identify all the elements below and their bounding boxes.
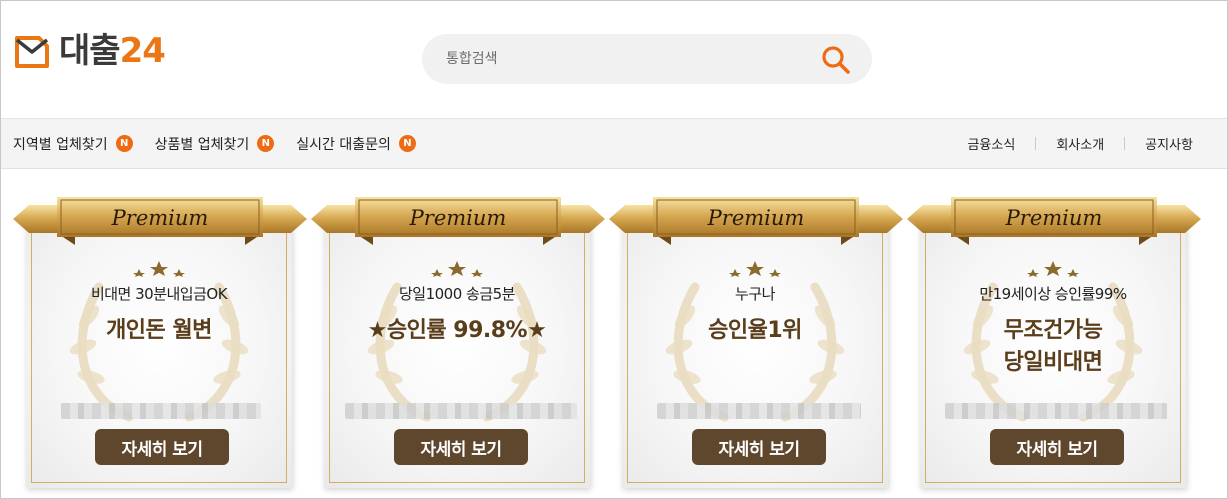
blurred-contact bbox=[945, 403, 1167, 419]
card-title: 무조건가능 당일비대면 bbox=[907, 315, 1199, 379]
search-icon[interactable] bbox=[820, 44, 852, 76]
detail-button[interactable]: 자세히 보기 bbox=[394, 429, 528, 465]
detail-button[interactable]: 자세히 보기 bbox=[990, 429, 1124, 465]
premium-card[interactable]: Premium 비대면 30분내입금OK 개인돈 월변 자세히 보기 bbox=[13, 197, 313, 492]
premium-card[interactable]: Premium 만19세이상 승인률99% 무조건가능 당일비대면 자세히 보기 bbox=[907, 197, 1207, 492]
ribbon-label: Premium bbox=[1005, 206, 1103, 230]
nav-item-region[interactable]: 지역별 업체찾기 N bbox=[13, 134, 133, 154]
card-title: 개인돈 월변 bbox=[13, 315, 305, 347]
stars-icon bbox=[133, 261, 185, 277]
card-title-line: 무조건가능 bbox=[1003, 318, 1103, 343]
card-title-line: 당일비대면 bbox=[1003, 350, 1103, 375]
logo-text-num: 24 bbox=[119, 31, 166, 71]
new-badge: N bbox=[115, 135, 133, 152]
ribbon-label: Premium bbox=[409, 206, 507, 230]
nav-link-company[interactable]: 회사소개 bbox=[1036, 134, 1124, 153]
main-nav: 지역별 업체찾기 N 상품별 업체찾기 N 실시간 대출문의 N 금융소식 회사… bbox=[1, 118, 1227, 169]
nav-item-label: 실시간 대출문의 bbox=[296, 136, 391, 153]
blurred-contact bbox=[657, 403, 861, 419]
logo-text: 대출24 bbox=[59, 31, 166, 71]
new-badge: N bbox=[257, 135, 275, 152]
card-subtitle: 당일1000 송금5분 bbox=[399, 285, 516, 303]
nav-item-label: 지역별 업체찾기 bbox=[13, 136, 108, 153]
ribbon-label: Premium bbox=[111, 206, 209, 230]
ribbon-label: Premium bbox=[707, 206, 805, 230]
detail-button[interactable]: 자세히 보기 bbox=[95, 429, 229, 465]
stars-icon bbox=[729, 261, 781, 277]
nav-link-notice[interactable]: 공지사항 bbox=[1125, 134, 1193, 153]
premium-card[interactable]: Premium 누구나 승인율1위 자세히 보기 bbox=[609, 197, 909, 492]
card-title-line: 승인율1위 bbox=[708, 318, 802, 343]
card-title: 승인율1위 bbox=[609, 315, 901, 347]
blurred-contact bbox=[61, 403, 261, 419]
stars-icon bbox=[1027, 261, 1079, 277]
card-title-line: 개인돈 월변 bbox=[106, 318, 212, 343]
premium-card-list: Premium 비대면 30분내입금OK 개인돈 월변 자세히 보기 Premi… bbox=[1, 169, 1227, 499]
search-box bbox=[422, 34, 872, 84]
site-header: 대출24 bbox=[1, 1, 1227, 118]
blurred-contact bbox=[345, 403, 577, 419]
site-logo[interactable]: 대출24 bbox=[13, 29, 166, 73]
detail-button[interactable]: 자세히 보기 bbox=[692, 429, 826, 465]
card-subtitle: 비대면 30분내입금OK bbox=[90, 285, 228, 303]
new-badge: N bbox=[398, 135, 416, 152]
nav-right-group: 금융소식 회사소개 공지사항 bbox=[947, 119, 1193, 168]
nav-item-label: 상품별 업체찾기 bbox=[154, 136, 250, 153]
nav-item-product[interactable]: 상품별 업체찾기 N bbox=[155, 134, 275, 154]
card-title-line: ★승인률 99.8%★ bbox=[367, 318, 547, 343]
card-subtitle: 누구나 bbox=[735, 285, 775, 303]
nav-item-realtime[interactable]: 실시간 대출문의 N bbox=[296, 134, 416, 154]
logo-envelope-icon bbox=[15, 36, 49, 68]
nav-left-group: 지역별 업체찾기 N 상품별 업체찾기 N 실시간 대출문의 N bbox=[13, 119, 416, 168]
card-subtitle: 만19세이상 승인률99% bbox=[979, 285, 1127, 303]
search-input[interactable] bbox=[446, 34, 816, 84]
nav-link-finance-news[interactable]: 금융소식 bbox=[947, 134, 1035, 153]
stars-icon bbox=[431, 261, 483, 277]
logo-text-kr: 대출 bbox=[59, 31, 121, 71]
premium-card[interactable]: Premium 당일1000 송금5분 ★승인률 99.8%★ 자세히 보기 bbox=[311, 197, 611, 492]
card-title: ★승인률 99.8%★ bbox=[311, 315, 603, 347]
